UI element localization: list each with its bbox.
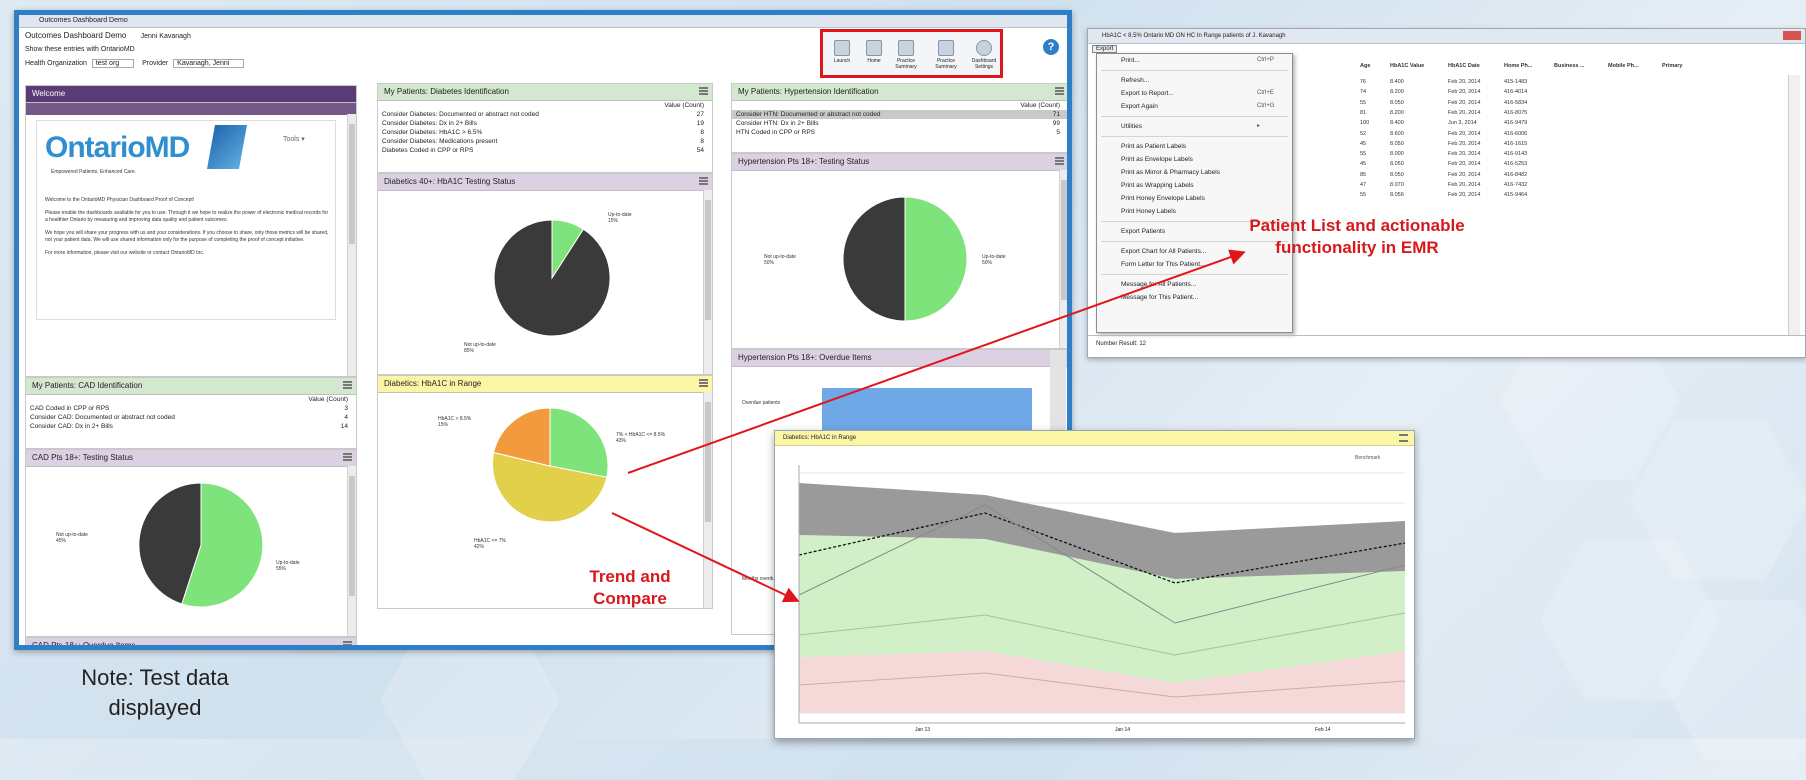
annotation-trend: Trend and Compare (589, 567, 671, 608)
arrow-to-emr (627, 249, 1246, 474)
test-data-note: Note: Test data displayed (81, 665, 229, 720)
annotation-arrows (611, 249, 1246, 603)
annotation-patient-list: Patient List and actionable functionalit… (1249, 216, 1465, 257)
